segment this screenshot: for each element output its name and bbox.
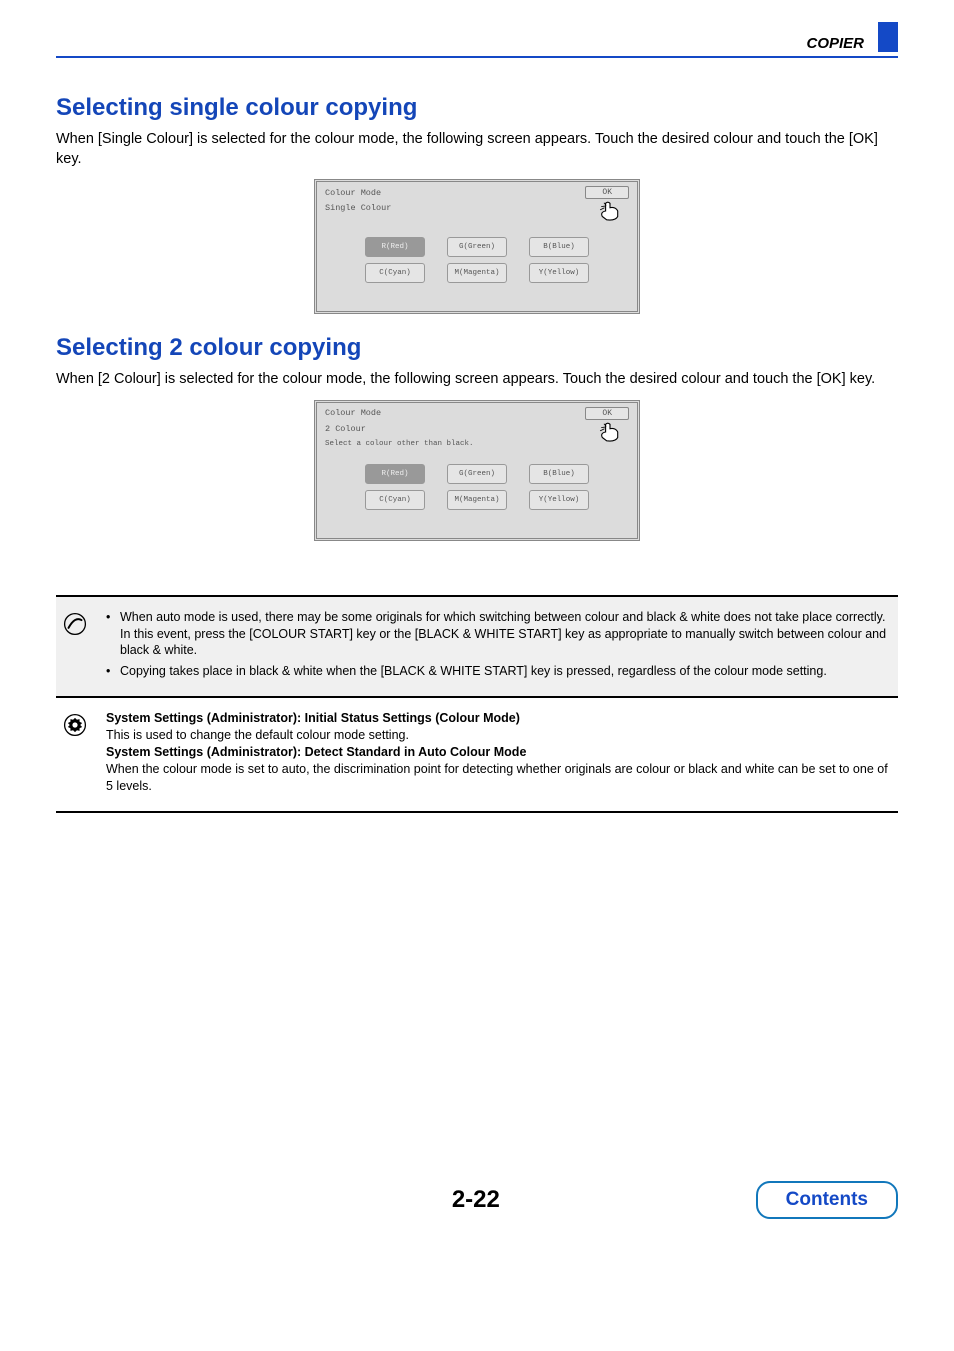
screenshot-2-colour: Colour Mode OK 2 Colour Select a colour … [314, 400, 640, 541]
touch-cursor-icon [597, 200, 623, 222]
ok-button[interactable]: OK [585, 407, 629, 420]
colour-option-red[interactable]: R(Red) [365, 237, 425, 257]
page-footer: 2-22 Contents [0, 1153, 954, 1239]
note-icon [62, 611, 88, 637]
chapter-name: COPIER [56, 35, 878, 52]
touch-cursor-icon [597, 421, 623, 443]
gear-icon [62, 712, 88, 738]
colour-option-yellow[interactable]: Y(Yellow) [529, 263, 589, 283]
header-rule [56, 56, 898, 58]
note-bullet-1: When auto mode is used, there may be som… [120, 609, 890, 660]
admin-text-1: This is used to change the default colou… [106, 727, 890, 744]
admin-heading-1: System Settings (Administrator): Initial… [106, 711, 520, 725]
colour-option-green[interactable]: G(Green) [447, 464, 507, 484]
section-heading-2-colour: Selecting 2 colour copying [56, 334, 898, 362]
screenshot-single-colour: Colour Mode OK Single Colour R(Red) G(Gr… [314, 179, 640, 314]
admin-heading-2: System Settings (Administrator): Detect … [106, 745, 526, 759]
colour-option-red[interactable]: R(Red) [365, 464, 425, 484]
note-bullet-2: Copying takes place in black & white whe… [120, 663, 890, 680]
screen-title: Colour Mode [325, 408, 381, 418]
colour-option-green[interactable]: G(Green) [447, 237, 507, 257]
contents-button[interactable]: Contents [756, 1181, 898, 1219]
ok-button[interactable]: OK [585, 186, 629, 199]
screen-subtitle: Single Colour [317, 201, 637, 217]
admin-text-2: When the colour mode is set to auto, the… [106, 761, 890, 795]
chapter-header: COPIER [56, 24, 898, 52]
section-intro-single-colour: When [Single Colour] is selected for the… [56, 130, 898, 169]
colour-option-cyan[interactable]: C(Cyan) [365, 490, 425, 510]
bullet-dot: • [106, 609, 120, 660]
colour-option-cyan[interactable]: C(Cyan) [365, 263, 425, 283]
page-number: 2-22 [56, 1186, 756, 1214]
colour-option-yellow[interactable]: Y(Yellow) [529, 490, 589, 510]
note-block: • When auto mode is used, there may be s… [56, 595, 898, 699]
chapter-tab [878, 22, 898, 52]
screen-title: Colour Mode [325, 188, 381, 198]
colour-option-blue[interactable]: B(Blue) [529, 464, 589, 484]
colour-option-magenta[interactable]: M(Magenta) [447, 490, 507, 510]
admin-settings-block: System Settings (Administrator): Initial… [56, 698, 898, 812]
screen-subtitle: 2 Colour [317, 422, 637, 438]
section-intro-2-colour: When [2 Colour] is selected for the colo… [56, 370, 898, 390]
screen-instruction: Select a colour other than black. [317, 438, 637, 454]
colour-option-blue[interactable]: B(Blue) [529, 237, 589, 257]
section-heading-single-colour: Selecting single colour copying [56, 94, 898, 122]
colour-option-magenta[interactable]: M(Magenta) [447, 263, 507, 283]
bullet-dot: • [106, 663, 120, 680]
